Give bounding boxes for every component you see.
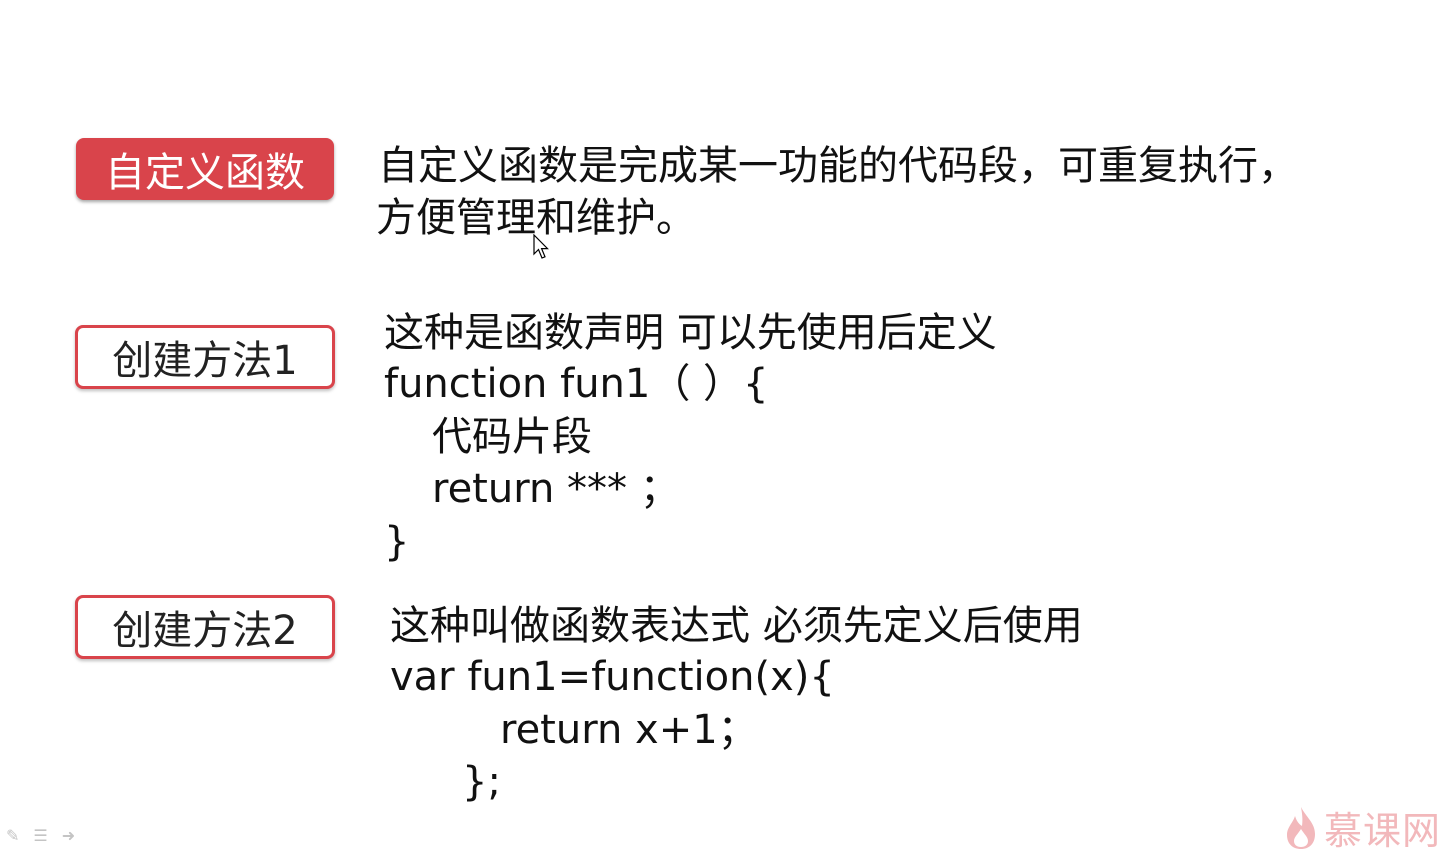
logo-text: 慕课网 (1324, 809, 1442, 853)
section-tag-method-1: 创建方法1 (75, 325, 335, 389)
menu-icon[interactable]: ☰ (33, 826, 47, 845)
section1-text-line-1: 自定义函数是完成某一功能的代码段，可重复执行， (378, 143, 1298, 189)
pen-icon[interactable]: ✎ (6, 826, 19, 845)
method1-description: 这种是函数声明 可以先使用后定义 (384, 310, 997, 356)
method2-description: 这种叫做函数表达式 必须先定义后使用 (390, 603, 1083, 649)
mouse-cursor-icon (533, 234, 549, 259)
method2-code-line-3: }; (462, 759, 501, 805)
method1-code-line-3: return *** ； (432, 466, 680, 512)
logo: 慕课网 (1284, 800, 1441, 855)
method2-code-line-1: var fun1=function(x){ (390, 654, 835, 700)
slide-toolbar: ✎ ☰ ➜ (6, 826, 75, 845)
section-tag-custom-function: 自定义函数 (76, 138, 334, 200)
method2-code-line-2: return x+1； (500, 707, 758, 753)
method1-code-line-2: 代码片段 (432, 414, 592, 460)
method1-code-line-4: } (384, 519, 410, 565)
next-arrow-icon[interactable]: ➜ (62, 826, 75, 845)
method1-code-line-1: function fun1（ ）{ (384, 361, 769, 407)
section-tag-method-2: 创建方法2 (75, 595, 335, 659)
flame-icon (1287, 806, 1315, 849)
